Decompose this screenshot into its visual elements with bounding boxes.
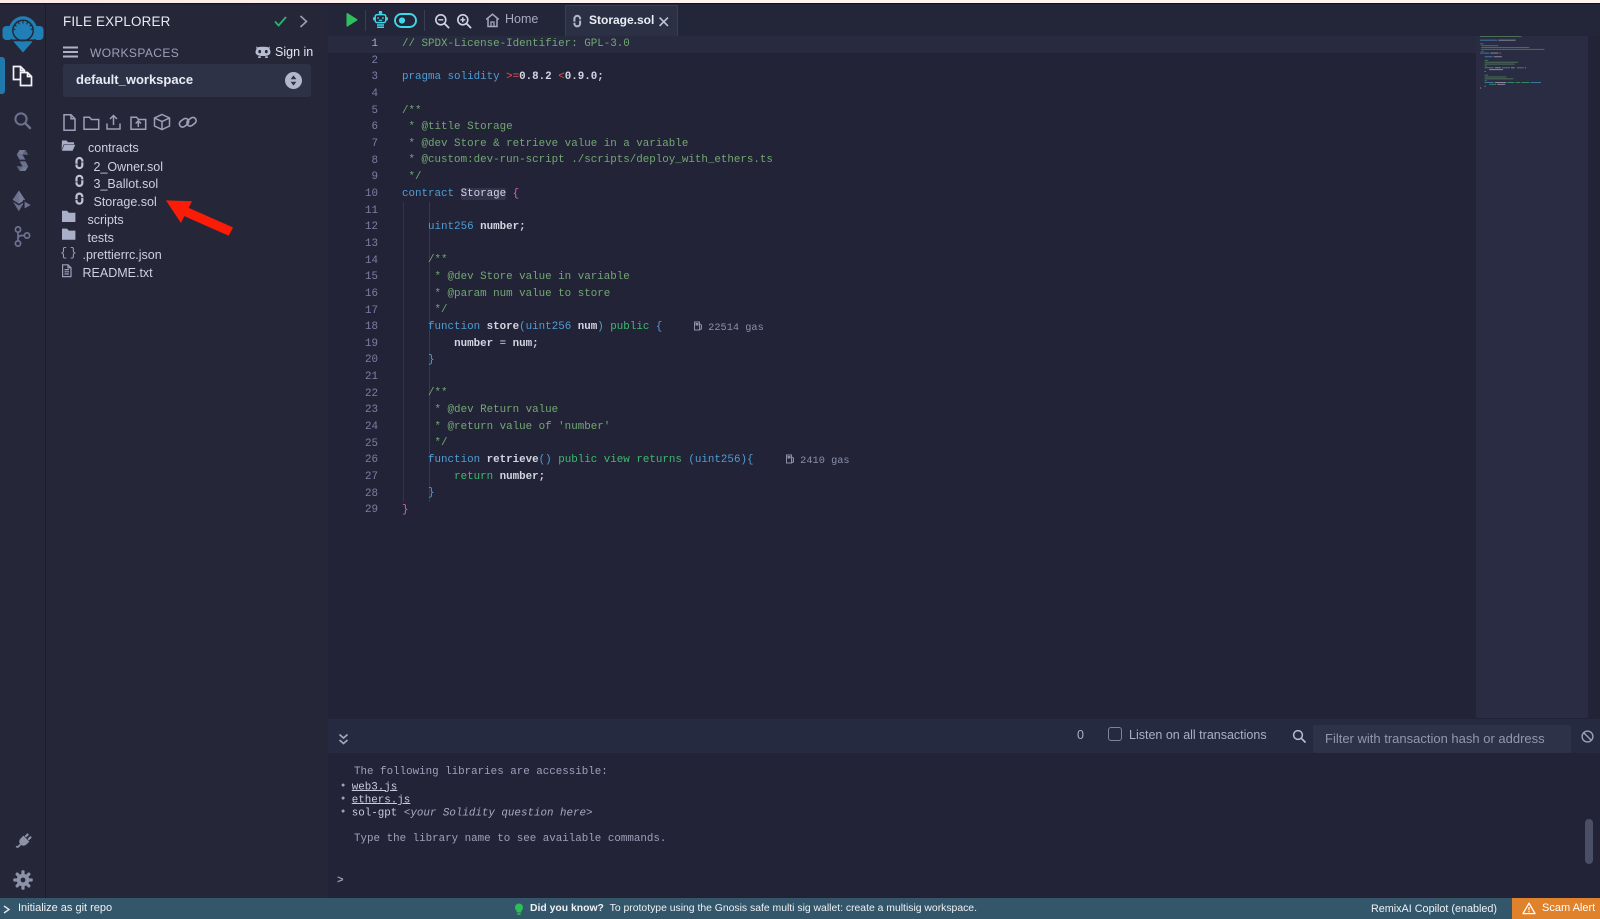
svg-text:{ }: { } — [60, 246, 77, 260]
